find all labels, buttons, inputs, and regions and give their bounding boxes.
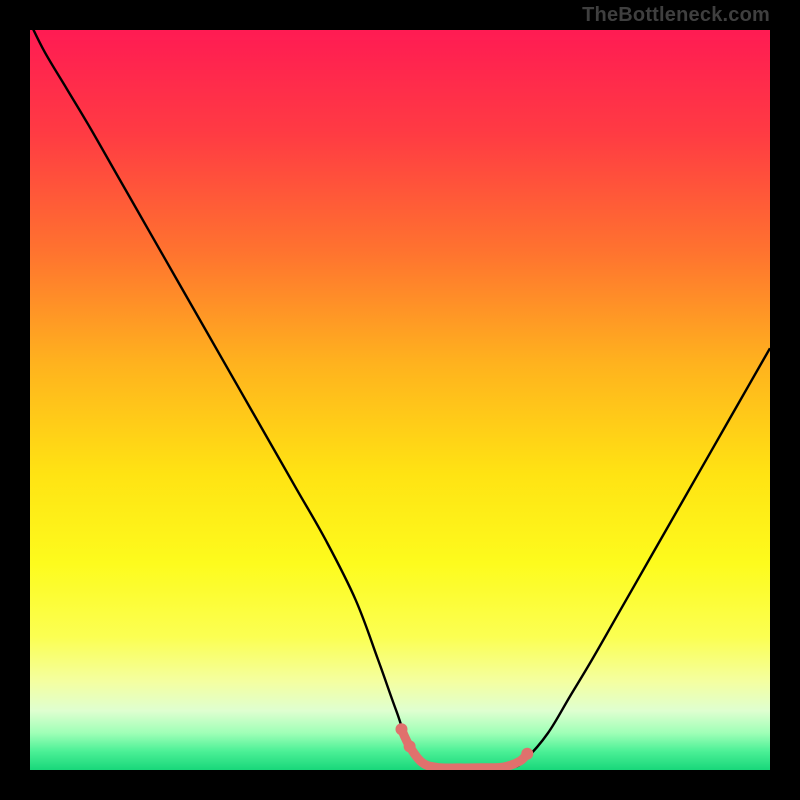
bottleneck-curve bbox=[30, 30, 770, 770]
highlight-segment bbox=[401, 729, 527, 768]
plot-area bbox=[30, 30, 770, 770]
highlight-segment-dot bbox=[395, 723, 407, 735]
chart-frame: TheBottleneck.com bbox=[0, 0, 800, 800]
highlight-segment-dot bbox=[404, 740, 416, 752]
highlight-segment-dot bbox=[521, 748, 533, 760]
curve-layer bbox=[30, 30, 770, 770]
watermark-text: TheBottleneck.com bbox=[582, 4, 770, 27]
